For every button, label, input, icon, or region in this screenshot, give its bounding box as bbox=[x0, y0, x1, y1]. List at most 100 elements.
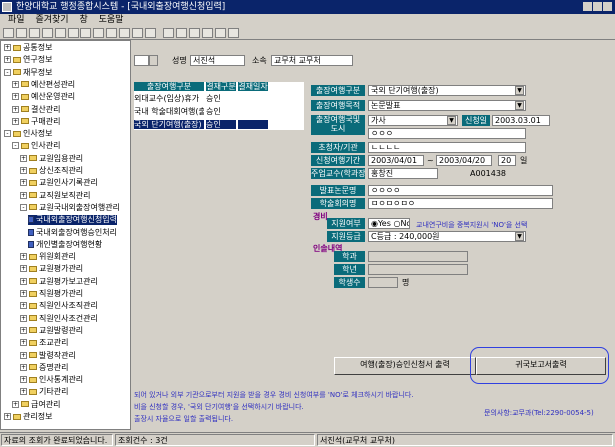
collapse-icon[interactable]: - bbox=[4, 68, 11, 76]
paper-field[interactable]: ㅇㅇㅇㅇ bbox=[368, 185, 553, 196]
maximize-icon[interactable] bbox=[593, 2, 602, 11]
exit-icon[interactable] bbox=[228, 28, 239, 38]
student-count-field[interactable] bbox=[368, 277, 398, 288]
expand-icon[interactable]: + bbox=[20, 302, 27, 310]
refresh-icon[interactable] bbox=[93, 28, 104, 38]
tree-item[interactable]: + 조교관리 bbox=[20, 338, 68, 348]
collapse-icon[interactable]: - bbox=[4, 130, 11, 138]
grade-year-field[interactable] bbox=[368, 264, 468, 275]
tree-item[interactable]: + 인사통계관리 bbox=[20, 375, 83, 385]
expand-icon[interactable]: + bbox=[20, 253, 27, 261]
expand-icon[interactable]: + bbox=[20, 191, 27, 199]
support-radio-group[interactable]: ◉Yes ○No bbox=[368, 218, 410, 229]
purpose-select[interactable]: 논문발표 ▼ bbox=[368, 100, 526, 111]
radio-yes-icon[interactable]: ◉ bbox=[371, 219, 378, 228]
expand-icon[interactable]: + bbox=[4, 44, 11, 51]
tree-item[interactable]: 국내외출장여행신청입력 bbox=[28, 215, 117, 226]
grid-cell[interactable]: 승인 bbox=[206, 107, 236, 116]
tree-item[interactable]: + 교원인사기록관리 bbox=[20, 178, 98, 188]
grade-select[interactable]: C등급 : 240,000원 ▼ bbox=[368, 231, 526, 242]
grid-cell[interactable] bbox=[238, 120, 268, 129]
tree-item[interactable]: + 구매관리 bbox=[12, 117, 60, 127]
period-to-field[interactable]: 2003/04/20 bbox=[436, 155, 492, 166]
tree-item[interactable]: + 결산관리 bbox=[12, 105, 60, 115]
tree-item[interactable]: + 교직원보직관리 bbox=[20, 191, 91, 201]
tree-item[interactable]: + 공통정보 bbox=[4, 43, 52, 53]
expand-icon[interactable]: + bbox=[20, 314, 27, 322]
close-icon[interactable] bbox=[603, 2, 612, 11]
school-field[interactable] bbox=[368, 251, 468, 262]
tree-item[interactable]: + 발령작관리 bbox=[20, 351, 76, 361]
expand-icon[interactable]: + bbox=[20, 363, 27, 371]
expand-icon[interactable]: + bbox=[20, 277, 27, 285]
grid-cell[interactable] bbox=[238, 107, 268, 116]
tree-item[interactable]: 개인별출장여행현황 bbox=[28, 240, 102, 250]
expand-icon[interactable]: + bbox=[4, 56, 11, 64]
collapse-icon[interactable]: - bbox=[12, 142, 19, 150]
tree-item[interactable]: + 연구정보 bbox=[4, 55, 52, 65]
grid-cell[interactable] bbox=[238, 94, 268, 103]
cut-icon[interactable] bbox=[68, 28, 79, 38]
tree-item[interactable]: + 급여관리 bbox=[12, 400, 60, 410]
lock-icon[interactable] bbox=[215, 28, 226, 38]
minimize-icon[interactable] bbox=[583, 2, 592, 11]
grid-header[interactable]: 결재구분 bbox=[206, 82, 236, 91]
new-icon[interactable] bbox=[3, 28, 14, 38]
tree-item[interactable]: + 교원평가보고관리 bbox=[20, 277, 98, 287]
print-icon[interactable] bbox=[42, 28, 53, 38]
tree-item[interactable]: + 교원발령관리 bbox=[20, 326, 83, 336]
expand-icon[interactable]: + bbox=[12, 117, 19, 125]
expand-icon[interactable]: + bbox=[20, 179, 27, 187]
tree-item[interactable]: + 증명관리 bbox=[20, 363, 68, 373]
expand-icon[interactable]: + bbox=[20, 290, 27, 297]
tree-item[interactable]: + 예산운영관리 bbox=[12, 92, 75, 102]
find-icon[interactable] bbox=[119, 28, 130, 38]
menu-favorites[interactable]: 즐겨찾기 bbox=[35, 15, 68, 25]
name-field[interactable]: 서진석 bbox=[190, 55, 245, 66]
close-icon[interactable] bbox=[80, 28, 91, 38]
expand-icon[interactable]: + bbox=[20, 388, 27, 396]
tree-item[interactable]: + 기타관리 bbox=[20, 387, 68, 397]
request-date-field[interactable]: 2003.03.01 bbox=[492, 115, 550, 126]
expand-icon[interactable]: + bbox=[20, 339, 27, 347]
spin-icon[interactable] bbox=[149, 55, 158, 66]
user-icon[interactable] bbox=[202, 28, 213, 38]
apply-print-button[interactable]: 여행(출장)승인신청서 출력 bbox=[334, 357, 476, 375]
destination-select[interactable]: 가사 ▼ bbox=[368, 115, 458, 126]
trip-type-select[interactable]: 국외 단기여행(출장) ▼ bbox=[368, 85, 526, 96]
tree-item[interactable]: - 재무정보 bbox=[4, 68, 52, 78]
tree-item[interactable]: + 관리정보 bbox=[4, 412, 52, 422]
expand-icon[interactable]: + bbox=[4, 413, 11, 420]
copy-icon[interactable] bbox=[55, 28, 66, 38]
settings-icon[interactable] bbox=[189, 28, 200, 38]
conference-field[interactable]: ㅁㅇㅁㅇㅁㅇ bbox=[368, 198, 553, 209]
sub-professor-name[interactable]: 홍창진 bbox=[368, 168, 438, 179]
tree-item[interactable]: + 상신조직관리 bbox=[20, 166, 83, 176]
expand-icon[interactable]: + bbox=[20, 351, 27, 359]
grid-cell[interactable]: 승인 bbox=[206, 94, 236, 103]
open-icon[interactable] bbox=[16, 28, 27, 38]
grid-header[interactable]: 출장여행구분 bbox=[134, 82, 204, 91]
period-from-field[interactable]: 2003/04/01 bbox=[368, 155, 424, 166]
destination-city-field[interactable]: ㅇㅇㅇ bbox=[368, 128, 526, 139]
tree-item[interactable]: - 교원국내외출장여행관리 bbox=[20, 203, 120, 213]
expand-icon[interactable]: + bbox=[12, 400, 19, 408]
menu-file[interactable]: 파일 bbox=[8, 15, 25, 25]
grid-cell[interactable]: 승인 bbox=[206, 120, 236, 129]
chevron-down-icon[interactable]: ▼ bbox=[447, 116, 456, 125]
grid-cell[interactable]: 국외 단기여행(출장) bbox=[134, 120, 204, 129]
days-field[interactable]: 20 bbox=[498, 155, 516, 166]
menu-window[interactable]: 창 bbox=[79, 15, 87, 25]
grid-cell[interactable]: 외대교수(임상)휴가 bbox=[134, 94, 204, 103]
expand-icon[interactable]: + bbox=[20, 326, 27, 334]
menu-help[interactable]: 도움말 bbox=[99, 15, 124, 25]
tree-item[interactable]: + 교원평가관리 bbox=[20, 264, 83, 274]
expand-icon[interactable]: + bbox=[20, 154, 27, 162]
expand-icon[interactable]: + bbox=[20, 376, 27, 384]
grid-cell[interactable]: 국내 학술대회여행(출 bbox=[134, 107, 204, 116]
expand-icon[interactable]: + bbox=[12, 105, 19, 113]
save-as-icon[interactable] bbox=[132, 28, 143, 38]
expand-icon[interactable]: + bbox=[20, 167, 27, 174]
tree-item[interactable]: + 직원평가관리 bbox=[20, 289, 83, 299]
search-icon[interactable] bbox=[106, 28, 117, 38]
